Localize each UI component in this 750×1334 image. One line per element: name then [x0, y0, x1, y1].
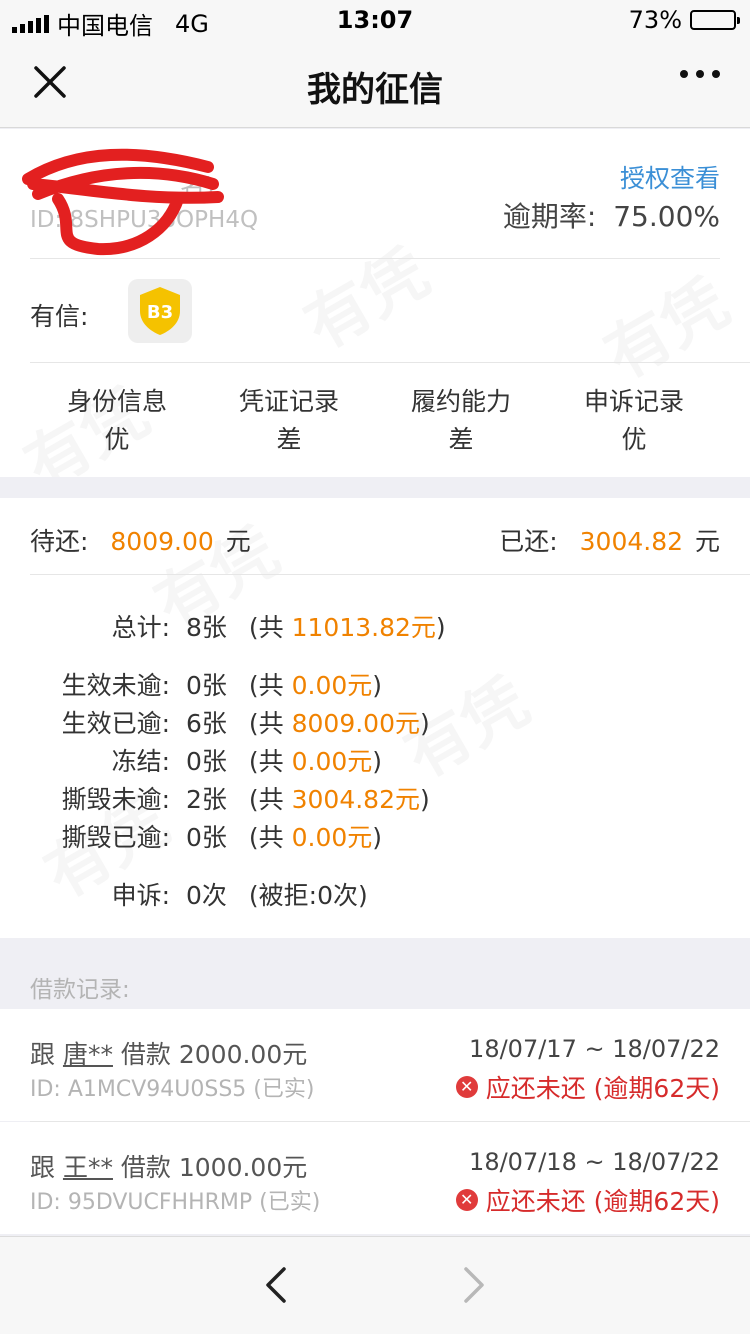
forward-arrow-icon[interactable]	[456, 1265, 492, 1305]
status-bar: 中国电信 4G 13:07 73%	[0, 0, 750, 40]
nav-bar: 我的征信	[0, 40, 750, 128]
detail-appeal: 申诉: 0次 (被拒:0次)	[111, 881, 368, 910]
loans-section-title: 借款记录:	[30, 977, 130, 1003]
battery-icon	[690, 10, 740, 30]
stat-identity: 身份信息优	[66, 387, 167, 454]
detail-torn-not-overdue: 撕毁未逾: 2张 (共 3004.82元)	[61, 785, 430, 814]
shield-icon: B3	[140, 287, 180, 335]
loan-id: ID: A1MCV94U0SS5 (已实)	[30, 1077, 315, 1102]
credit-grade: B3	[147, 302, 173, 323]
loan-dates: 18/07/18 ~ 18/07/22	[469, 1148, 720, 1176]
paid-amount: 已还: 3004.82 元	[499, 527, 720, 556]
detail-active-overdue: 生效已逾: 6张 (共 8009.00元)	[61, 709, 430, 738]
credit-grade-badge: B3	[128, 279, 192, 343]
detail-total: 总计: 8张 (共 11013.82元)	[111, 613, 446, 642]
back-arrow-icon[interactable]	[258, 1265, 294, 1305]
divider	[30, 258, 720, 259]
stat-performance: 履约能力差	[410, 387, 511, 454]
auth-view-link[interactable]: 授权查看	[620, 159, 720, 195]
credit-label: 有信:	[30, 302, 89, 331]
overdue-rate: 逾期率: 75.00%	[503, 195, 720, 235]
detail-active-not-overdue: 生效未逾: 0张 (共 0.00元)	[61, 671, 383, 700]
stat-appeal: 申诉记录优	[583, 387, 684, 454]
page-title: 我的征信	[307, 70, 443, 110]
redaction-scribble	[22, 148, 224, 256]
stat-voucher: 凭证记录差	[238, 387, 339, 454]
loan-record[interactable]: 跟 唐** 借款 2000.00元 ID: A1MCV94U0SS5 (已实) …	[0, 1009, 750, 1121]
loan-status: ✕ 应还未还 (逾期62天)	[455, 1069, 720, 1105]
loan-status: ✕ 应还未还 (逾期62天)	[455, 1182, 720, 1218]
overdue-label: 逾期率:	[502, 200, 597, 233]
divider	[30, 362, 750, 363]
detail-frozen: 冻结: 0张 (共 0.00元)	[111, 747, 383, 776]
watermark: 有凭	[286, 223, 443, 367]
status-right: 73%	[628, 6, 740, 34]
loan-record[interactable]: 跟 王** 借款 1000.00元 ID: 95DVUCFHHRMP (已实) …	[0, 1122, 750, 1234]
battery-percent: 73%	[628, 6, 682, 34]
loan-id: ID: 95DVUCFHHRMP (已实)	[30, 1190, 321, 1215]
error-icon: ✕	[455, 1076, 478, 1098]
profile-card: 有凭 有凭 有凭 名) ID: 8SHPU36OPH4Q 授权查看 逾期率: 7…	[0, 129, 750, 477]
overdue-value: 75.00%	[613, 200, 720, 233]
watermark: 有凭	[586, 253, 743, 397]
loan-dates: 18/07/17 ~ 18/07/22	[469, 1035, 720, 1063]
error-icon: ✕	[455, 1189, 478, 1211]
loan-title: 跟 王** 借款 1000.00元	[30, 1153, 308, 1182]
loan-title: 跟 唐** 借款 2000.00元	[30, 1040, 308, 1069]
pending-amount: 待还: 8009.00 元	[30, 527, 251, 556]
divider	[30, 574, 750, 575]
more-icon[interactable]	[680, 70, 720, 78]
detail-torn-overdue: 撕毁已逾: 0张 (共 0.00元)	[61, 823, 383, 852]
summary-card: 有凭 有凭 有凭 待还: 8009.00 元 已还: 3004.82 元 总计:…	[0, 498, 750, 938]
bottom-toolbar	[0, 1236, 750, 1334]
